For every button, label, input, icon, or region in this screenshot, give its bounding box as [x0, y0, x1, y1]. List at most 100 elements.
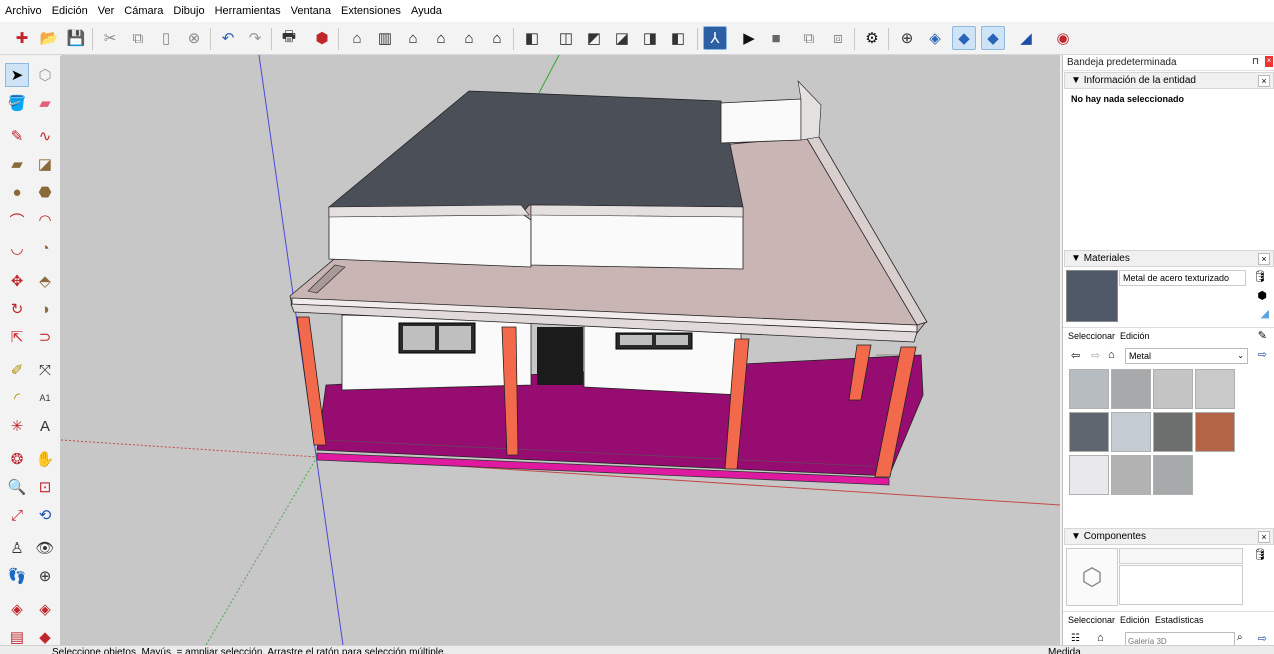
warehouse-tool-icon[interactable]: ◈: [5, 597, 29, 621]
menu-edicion[interactable]: Edición: [47, 0, 93, 22]
menu-ayuda[interactable]: Ayuda: [406, 0, 447, 22]
make-component-icon[interactable]: ⬡: [33, 63, 57, 87]
material-swatch[interactable]: [1195, 369, 1235, 409]
back-arrow-icon[interactable]: ⇦: [1071, 349, 1080, 362]
wireframe-icon[interactable]: ◫: [554, 26, 578, 50]
pie-icon[interactable]: ◔: [33, 236, 57, 260]
menu-dibujo[interactable]: Dibujo: [168, 0, 209, 22]
right-view-icon[interactable]: ⌂: [429, 26, 453, 50]
component-cube-icon[interactable]: ⬡: [1066, 548, 1118, 606]
shaded-icon[interactable]: ◪: [610, 26, 634, 50]
freehand-icon[interactable]: ∿: [33, 124, 57, 148]
stop-icon[interactable]: ■: [764, 26, 788, 50]
redo-icon[interactable]: ↷: [243, 26, 267, 50]
eyedropper-icon[interactable]: ✎: [1258, 329, 1267, 342]
menu-extensiones[interactable]: Extensiones: [336, 0, 406, 22]
collection-select[interactable]: Metal ⌄: [1125, 348, 1248, 364]
component-description-field[interactable]: [1119, 565, 1243, 605]
axes-icon[interactable]: ✳: [5, 414, 29, 438]
components-header[interactable]: ▼ Componentes ×: [1064, 528, 1274, 545]
three-point-arc-icon[interactable]: ◡: [5, 236, 29, 260]
create-material-icon[interactable]: ⬢: [1257, 289, 1267, 302]
new-file-icon[interactable]: ✚: [10, 26, 34, 50]
tab-components-stats[interactable]: Estadísticas: [1155, 615, 1204, 625]
details-arrow-icon[interactable]: ⇨: [1258, 348, 1267, 361]
rotated-rectangle-icon[interactable]: ◪: [33, 152, 57, 176]
paste-icon[interactable]: ▯: [154, 26, 178, 50]
material-swatch[interactable]: [1111, 412, 1151, 452]
rectangle-icon[interactable]: ▰: [5, 152, 29, 176]
details-arrow-icon[interactable]: ⇨: [1258, 632, 1267, 645]
tray-close-icon[interactable]: ×: [1265, 56, 1273, 67]
hidden-line-icon[interactable]: ◩: [582, 26, 606, 50]
circle-icon[interactable]: ●: [5, 180, 29, 204]
warehouse-icon[interactable]: ◆: [952, 26, 976, 50]
default-material-icon[interactable]: ◢: [1261, 307, 1269, 320]
remove-scene-icon[interactable]: ⧈: [826, 26, 850, 50]
front-view-icon[interactable]: ⌂: [401, 26, 425, 50]
push-pull-icon[interactable]: ⬘: [33, 269, 57, 293]
xray-icon[interactable]: ◧: [520, 26, 544, 50]
gear-icon[interactable]: ⚙: [860, 26, 884, 50]
follow-me-icon[interactable]: ◑: [33, 297, 57, 321]
add-material-icon[interactable]: 🛢: [1253, 270, 1267, 283]
material-swatch[interactable]: [1195, 412, 1235, 452]
materials-close-icon[interactable]: ×: [1258, 253, 1270, 265]
play-icon[interactable]: ▶: [737, 26, 761, 50]
home-icon[interactable]: ⌂: [1108, 349, 1115, 361]
text-tool-icon[interactable]: A1: [33, 386, 57, 410]
sketchup-account-icon[interactable]: ◉: [1051, 26, 1075, 50]
section-plane-tool-icon[interactable]: ⊕: [33, 564, 57, 588]
materials-header[interactable]: ▼ Materiales ×: [1064, 250, 1274, 267]
tab-materials-select[interactable]: Seleccionar: [1068, 331, 1115, 341]
material-swatch[interactable]: [1111, 455, 1151, 495]
copy-icon[interactable]: ⧉: [126, 26, 150, 50]
model-viewport[interactable]: [61, 55, 1060, 645]
look-around-icon[interactable]: 👁: [33, 536, 57, 560]
select-arrow-icon[interactable]: ➤: [5, 63, 29, 87]
previous-view-icon[interactable]: ⟲: [33, 503, 57, 527]
menu-ver[interactable]: Ver: [93, 0, 120, 22]
component-name-field[interactable]: [1119, 548, 1243, 564]
rotate-icon[interactable]: ↻: [5, 297, 29, 321]
material-swatch[interactable]: [1153, 455, 1193, 495]
menu-herramientas[interactable]: Herramientas: [210, 0, 286, 22]
menu-archivo[interactable]: Archivo: [0, 0, 47, 22]
dimension-icon[interactable]: ⤧: [33, 358, 57, 382]
model-info-icon[interactable]: ⬢: [310, 26, 334, 50]
menu-camara[interactable]: Cámara: [119, 0, 168, 22]
pan-hand-icon[interactable]: ✋: [33, 447, 57, 471]
add-scene-icon[interactable]: ⧉: [797, 26, 821, 50]
zoom-extents-icon[interactable]: ⤢: [5, 503, 29, 527]
view-options-icon[interactable]: ☷: [1071, 633, 1080, 644]
offset-icon[interactable]: ⊃: [33, 325, 57, 349]
tab-components-select[interactable]: Seleccionar: [1068, 615, 1115, 625]
material-preview-swatch[interactable]: [1066, 270, 1118, 322]
paint-bucket-icon[interactable]: 🪣: [5, 91, 29, 115]
layout-icon[interactable]: ◢: [1014, 26, 1038, 50]
polygon-icon[interactable]: ⬣: [33, 180, 57, 204]
tab-components-edit[interactable]: Edición: [1120, 615, 1150, 625]
tab-materials-edit[interactable]: Edición: [1120, 331, 1150, 341]
walk-icon[interactable]: 👣: [5, 564, 29, 588]
section-plane-icon[interactable]: ⅄: [703, 26, 727, 50]
save-icon[interactable]: 💾: [64, 26, 88, 50]
two-point-arc-icon[interactable]: ◠: [33, 208, 57, 232]
monochrome-icon[interactable]: ◧: [666, 26, 690, 50]
move-icon[interactable]: ✥: [5, 269, 29, 293]
zoom-icon[interactable]: 🔍: [5, 475, 29, 499]
iso-view-icon[interactable]: ⌂: [345, 26, 369, 50]
orbit-tool-icon[interactable]: ❂: [5, 447, 29, 471]
material-swatch[interactable]: [1069, 412, 1109, 452]
share-model-icon[interactable]: ◈: [33, 597, 57, 621]
search-icon[interactable]: ⌕: [1237, 632, 1243, 643]
entity-info-header[interactable]: ▼ Información de la entidad ×: [1064, 72, 1274, 89]
material-swatch[interactable]: [1069, 369, 1109, 409]
protractor-icon[interactable]: ◜: [5, 386, 29, 410]
pin-icon[interactable]: ⊓: [1252, 56, 1259, 67]
top-view-icon[interactable]: ▥: [373, 26, 397, 50]
component-icon[interactable]: ◈: [923, 26, 947, 50]
erase-icon[interactable]: ⊗: [182, 26, 206, 50]
component-details-icon[interactable]: 🛢: [1253, 548, 1267, 561]
material-swatch[interactable]: [1069, 455, 1109, 495]
